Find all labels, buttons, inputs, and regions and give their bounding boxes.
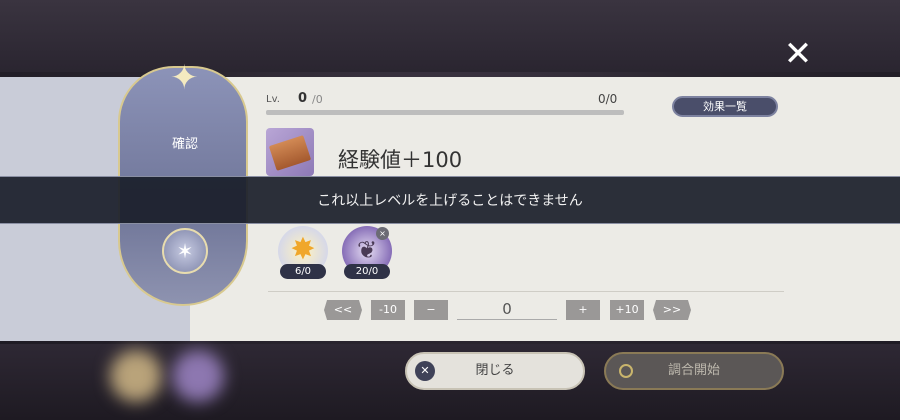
level-label: Lv. <box>266 94 280 105</box>
level-current: 0 <box>298 91 308 106</box>
close-icon[interactable]: ✕ <box>778 34 818 74</box>
stepper-plus1-button[interactable]: + <box>566 300 600 320</box>
effects-list-button[interactable]: 効果一覧 <box>672 96 778 117</box>
level-exp: 0/0 <box>598 92 618 106</box>
moon-emblem-icon: ✶ <box>162 228 208 274</box>
background-orb-right <box>172 350 224 402</box>
stepper-min-button[interactable]: << <box>324 300 362 320</box>
material-count-2: 20/0 <box>344 264 390 279</box>
level-progress-bar <box>266 110 624 115</box>
stepper-max-button[interactable]: >> <box>653 300 691 320</box>
stepper-minus1-button[interactable]: − <box>414 300 448 320</box>
quantity-input[interactable]: 0 <box>457 298 557 320</box>
level-max: /0 <box>312 93 323 106</box>
stepper-minus10-button[interactable]: -10 <box>371 300 405 320</box>
circle-icon <box>619 364 633 378</box>
background-orb-left <box>110 350 162 402</box>
remove-badge-icon[interactable]: × <box>376 227 389 240</box>
emblem-label: 確認 <box>171 137 198 152</box>
stepper-plus10-button[interactable]: +10 <box>610 300 644 320</box>
item-name: 経験値＋100 <box>338 148 463 172</box>
divider <box>268 291 784 292</box>
close-button-icon: ✕ <box>415 361 435 381</box>
max-level-toast: これ以上レベルを上げることはできません <box>0 176 900 224</box>
background-top-bar <box>0 0 900 72</box>
material-count-1: 6/0 <box>280 264 326 279</box>
star-icon: ✦ <box>170 58 199 98</box>
